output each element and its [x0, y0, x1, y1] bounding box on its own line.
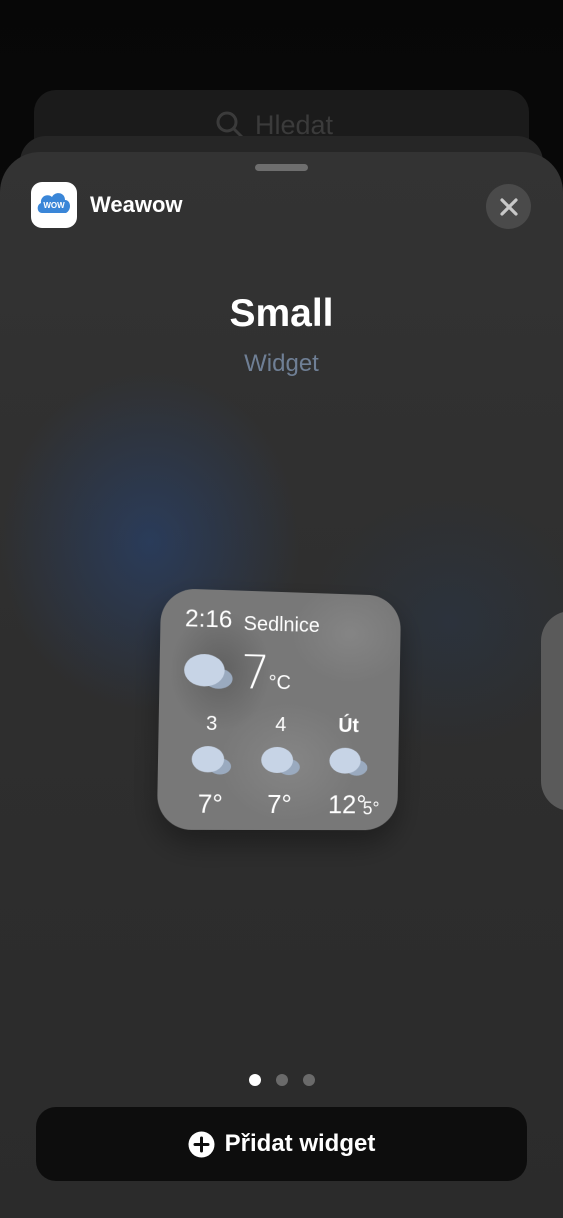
widget-time: 2:16: [184, 604, 233, 634]
widget-size-title: Small: [229, 292, 334, 335]
cloud-icon: [183, 653, 233, 690]
close-icon: [499, 197, 518, 216]
current-temperature: 7: [240, 644, 271, 700]
plus-circle-icon: [188, 1131, 215, 1157]
page-dot[interactable]: [275, 1074, 288, 1086]
cloud-icon: [261, 746, 300, 776]
weawow-app-icon: WOW: [31, 182, 77, 228]
widget-gallery-sheet: WOW Weawow Small Widget 2:16 Sedlnice 7 …: [0, 152, 563, 1218]
app-name: Weawow: [90, 192, 183, 217]
forecast-temp: 7°: [197, 788, 224, 819]
next-widget-preview[interactable]: [541, 611, 563, 811]
sheet-grabber[interactable]: [255, 164, 308, 171]
add-widget-label: Přidat widget: [224, 1130, 376, 1157]
svg-text:WOW: WOW: [43, 201, 65, 210]
widget-city: Sedlnice: [243, 612, 320, 638]
forecast-day: Út 12° 5°: [318, 713, 380, 821]
forecast-day-label: 3: [205, 712, 218, 736]
cloud-icon: [329, 747, 368, 776]
page-dot-active[interactable]: [248, 1074, 261, 1086]
forecast-day-label: Út: [338, 714, 360, 738]
forecast-temp: 7°: [266, 788, 292, 820]
add-widget-button[interactable]: Přidat widget: [36, 1107, 527, 1181]
weather-widget-preview[interactable]: 2:16 Sedlnice 7 °C 3 7° 4 7° Út 12° 5°: [156, 587, 402, 831]
cloud-icon: [191, 745, 232, 775]
page-dot[interactable]: [302, 1074, 315, 1086]
forecast-day-label: 4: [275, 713, 287, 737]
widget-size-subtitle: Widget: [244, 350, 319, 377]
forecast-temp-low: 5°: [362, 798, 380, 819]
close-button[interactable]: [486, 184, 531, 229]
page-indicator[interactable]: [0, 1074, 563, 1086]
forecast-day: 3 7°: [179, 710, 242, 820]
temperature-unit: °C: [268, 671, 292, 695]
forecast-day: 4 7°: [249, 711, 310, 820]
